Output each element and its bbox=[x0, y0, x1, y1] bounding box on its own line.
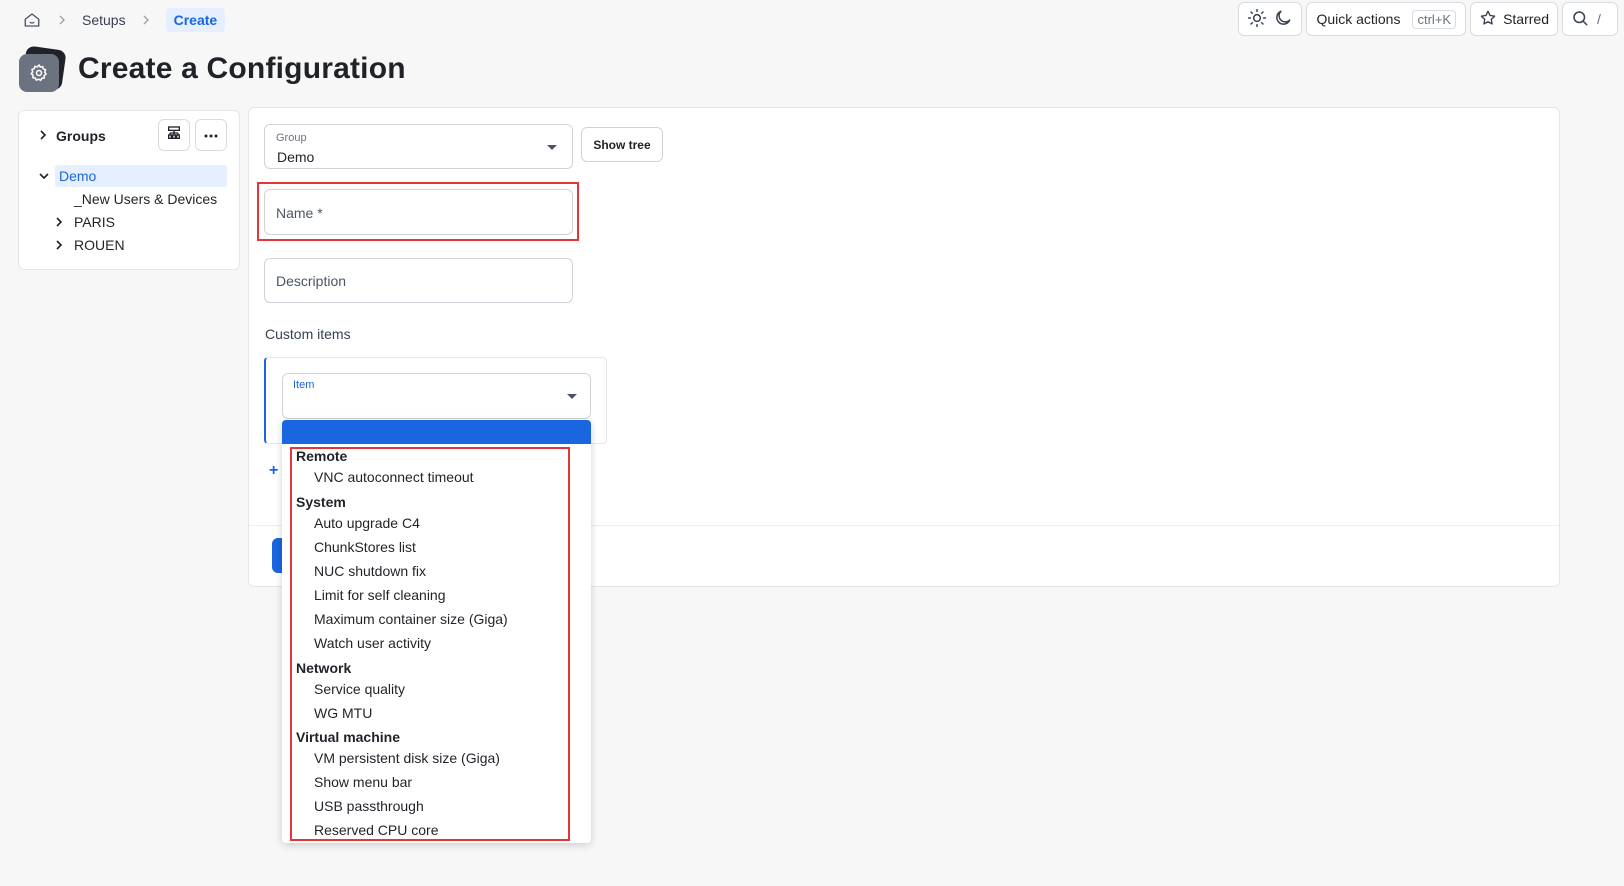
item-label: Item bbox=[293, 379, 315, 391]
item-select[interactable]: Item bbox=[282, 373, 591, 419]
tree-item-paris[interactable]: PARIS bbox=[54, 211, 115, 233]
custom-items-label: Custom items bbox=[265, 326, 351, 342]
search-shortcut: / bbox=[1597, 11, 1601, 27]
search-button[interactable]: / bbox=[1562, 2, 1618, 36]
tree-item-label: _New Users & Devices bbox=[74, 191, 218, 207]
quick-actions-label: Quick actions bbox=[1316, 11, 1401, 27]
groups-label: Groups bbox=[56, 128, 106, 144]
hierarchy-button[interactable] bbox=[158, 119, 190, 151]
hierarchy-icon bbox=[166, 125, 182, 146]
name-placeholder: Name * bbox=[276, 205, 323, 221]
tree-item-new-users[interactable]: _New Users & Devices bbox=[74, 188, 217, 210]
description-placeholder: Description bbox=[276, 273, 347, 289]
sun-icon[interactable] bbox=[1247, 8, 1267, 31]
dropdown-highlighted-option[interactable] bbox=[282, 420, 591, 444]
tree-item-label: Demo bbox=[59, 168, 97, 184]
chevron-right-icon[interactable] bbox=[38, 128, 48, 144]
starred-button[interactable]: Starred bbox=[1470, 2, 1558, 36]
quick-actions-button[interactable]: Quick actions ctrl+K bbox=[1306, 2, 1467, 36]
group-value: Demo bbox=[277, 149, 315, 165]
chevron-right-icon[interactable] bbox=[54, 239, 64, 251]
tree-item-demo[interactable]: Demo bbox=[38, 165, 96, 187]
page-icon bbox=[18, 45, 67, 92]
star-icon bbox=[1479, 9, 1497, 30]
page-title: Create a Configuration bbox=[78, 52, 406, 85]
group-label: Group bbox=[276, 132, 307, 144]
quick-actions-shortcut: ctrl+K bbox=[1412, 9, 1457, 29]
chevron-down-icon[interactable] bbox=[38, 171, 50, 181]
highlight-box-options bbox=[290, 447, 570, 841]
groups-header[interactable]: Groups bbox=[38, 125, 106, 147]
description-field[interactable]: Description bbox=[264, 258, 573, 303]
home-icon[interactable] bbox=[22, 10, 42, 30]
tree-item-label: PARIS bbox=[74, 214, 115, 230]
add-icon[interactable]: + bbox=[269, 462, 278, 480]
more-options-button[interactable] bbox=[195, 119, 227, 151]
breadcrumb-create[interactable]: Create bbox=[165, 8, 226, 32]
chevron-right-icon bbox=[54, 15, 70, 25]
breadcrumb-setups[interactable]: Setups bbox=[82, 12, 126, 28]
theme-toggle[interactable] bbox=[1238, 2, 1303, 36]
caret-down-icon[interactable] bbox=[547, 145, 557, 150]
name-field[interactable]: Name * bbox=[264, 189, 573, 235]
topbar-actions: Quick actions ctrl+K Starred / bbox=[1238, 2, 1618, 36]
caret-down-icon[interactable] bbox=[567, 394, 577, 399]
breadcrumb: Setups Create bbox=[22, 8, 226, 32]
group-select[interactable]: Group Demo bbox=[264, 124, 573, 169]
starred-label: Starred bbox=[1503, 11, 1549, 27]
chevron-right-icon bbox=[138, 15, 154, 25]
chevron-right-icon[interactable] bbox=[54, 216, 64, 228]
search-icon bbox=[1571, 9, 1589, 30]
show-tree-button[interactable]: Show tree bbox=[581, 127, 663, 162]
tree-item-label: ROUEN bbox=[74, 237, 125, 253]
moon-icon[interactable] bbox=[1273, 8, 1293, 31]
gear-icon bbox=[19, 54, 59, 92]
more-icon bbox=[203, 126, 219, 144]
tree-item-rouen[interactable]: ROUEN bbox=[54, 234, 125, 256]
